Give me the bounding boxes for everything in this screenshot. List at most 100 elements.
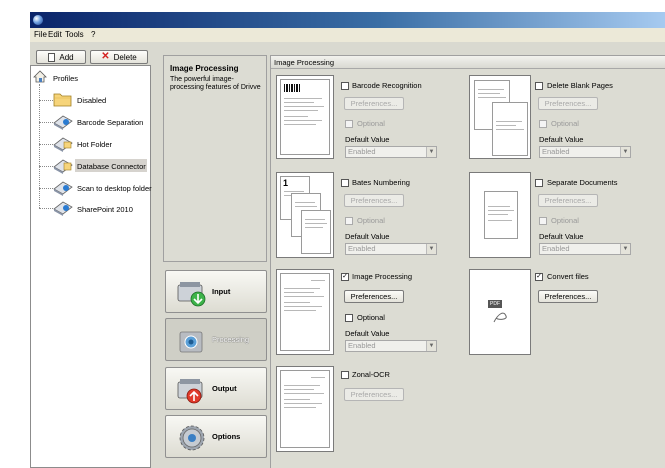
window-titlebar bbox=[30, 12, 665, 28]
content-header: Image Processing bbox=[271, 56, 665, 69]
tree-item-disabled[interactable]: Disabled bbox=[77, 96, 106, 105]
delete-x-icon: ✕ bbox=[101, 51, 110, 62]
category-processing-button[interactable]: Processing bbox=[165, 318, 267, 361]
separate-documents-label: Separate Documents bbox=[547, 178, 618, 187]
barcode-thumbnail bbox=[276, 75, 334, 159]
menu-tools[interactable]: Tools bbox=[65, 30, 84, 39]
image-processing-optional-label: Optional bbox=[357, 313, 385, 322]
zonal-ocr-checkbox[interactable] bbox=[341, 371, 349, 379]
barcode-preferences-button[interactable]: Preferences... bbox=[344, 97, 404, 110]
tree-item-database-connector[interactable]: Database Connector bbox=[77, 162, 146, 171]
scanner-input-icon bbox=[177, 282, 206, 307]
tree-item-sharepoint-2010[interactable]: SharePoint 2010 bbox=[77, 205, 133, 214]
document-page-icon bbox=[280, 273, 330, 351]
info-panel: Image Processing The powerful image-proc… bbox=[163, 55, 267, 262]
barcode-default-value: Enabled bbox=[348, 147, 376, 156]
document-page-icon bbox=[484, 191, 518, 239]
bates-numbering-label: Bates Numbering bbox=[352, 178, 410, 187]
category-options-button[interactable]: Options bbox=[165, 415, 267, 458]
delete-button[interactable]: ✕ Delete bbox=[90, 50, 148, 64]
zonal-ocr-preferences-button[interactable]: Preferences... bbox=[344, 388, 404, 401]
bates-number: 1 bbox=[283, 178, 289, 188]
gear-icon bbox=[179, 425, 205, 451]
separate-preferences-button[interactable]: Preferences... bbox=[538, 194, 598, 207]
menu-edit[interactable]: Edit bbox=[48, 30, 62, 39]
document-page-icon bbox=[301, 210, 331, 254]
tree-branch bbox=[39, 122, 53, 123]
tree-item-scan-to-desktop[interactable]: Scan to desktop folder bbox=[77, 184, 152, 193]
barcode-icon bbox=[284, 84, 300, 92]
blank-pages-default-value: Enabled bbox=[542, 147, 570, 156]
category-input-button[interactable]: Input bbox=[165, 270, 267, 313]
convert-files-preferences-button[interactable]: Preferences... bbox=[538, 290, 598, 303]
tree-connector bbox=[39, 84, 40, 208]
add-button[interactable]: Add bbox=[36, 50, 86, 64]
bates-optional-checkbox[interactable] bbox=[345, 217, 353, 225]
info-description: The powerful image-processing features o… bbox=[170, 76, 261, 91]
image-processing-default-label: Default Value bbox=[345, 329, 390, 338]
bates-thumbnail: 1 bbox=[276, 172, 334, 258]
image-processing-label: Image Processing bbox=[352, 272, 413, 281]
bates-numbering-checkbox[interactable] bbox=[341, 179, 349, 187]
chevron-down-icon: ▼ bbox=[620, 147, 630, 157]
tree-item-barcode-separation[interactable]: Barcode Separation bbox=[77, 118, 143, 127]
barcode-default-select[interactable]: Enabled ▼ bbox=[345, 146, 437, 158]
chevron-down-icon: ▼ bbox=[426, 147, 436, 157]
image-processing-default-value: Enabled bbox=[348, 341, 376, 350]
convert-files-thumbnail: PDF bbox=[469, 269, 531, 355]
zonal-ocr-thumbnail bbox=[276, 366, 334, 452]
separate-default-label: Default Value bbox=[539, 232, 584, 241]
document-page-icon bbox=[280, 79, 330, 155]
category-processing-label: Processing bbox=[212, 335, 250, 344]
blank-pages-default-label: Default Value bbox=[539, 135, 584, 144]
image-processing-preferences-button[interactable]: Preferences... bbox=[344, 290, 404, 303]
barcode-recognition-checkbox[interactable] bbox=[341, 82, 349, 90]
bates-preferences-button[interactable]: Preferences... bbox=[344, 194, 404, 207]
add-label: Add bbox=[59, 52, 74, 62]
image-processing-thumbnail bbox=[276, 269, 334, 355]
convert-files-label: Convert files bbox=[547, 272, 589, 281]
info-title: Image Processing bbox=[170, 64, 239, 73]
menu-help[interactable]: ? bbox=[91, 30, 95, 39]
barcode-optional-checkbox[interactable] bbox=[345, 120, 353, 128]
tree-branch bbox=[39, 208, 53, 209]
separate-optional-checkbox[interactable] bbox=[539, 217, 547, 225]
tree-root-label[interactable]: Profiles bbox=[53, 74, 78, 83]
delete-blank-pages-checkbox[interactable] bbox=[535, 82, 543, 90]
separate-optional-label: Optional bbox=[551, 216, 579, 225]
chevron-down-icon: ▼ bbox=[426, 244, 436, 254]
bates-default-select[interactable]: Enabled ▼ bbox=[345, 243, 437, 255]
image-processing-checkbox[interactable]: ✓ bbox=[341, 273, 349, 281]
document-page-icon bbox=[280, 370, 330, 448]
blank-pages-default-select[interactable]: Enabled ▼ bbox=[539, 146, 631, 158]
image-processing-optional-checkbox[interactable] bbox=[345, 314, 353, 322]
menu-file[interactable]: File bbox=[34, 30, 47, 39]
barcode-recognition-label: Barcode Recognition bbox=[352, 81, 422, 90]
scanner-folder-icon bbox=[53, 137, 73, 152]
blank-pages-optional-checkbox[interactable] bbox=[539, 120, 547, 128]
new-document-icon bbox=[48, 52, 56, 62]
blank-pages-optional-label: Optional bbox=[551, 119, 579, 128]
menu-bar: File Edit Tools ? bbox=[30, 28, 665, 42]
separate-documents-checkbox[interactable] bbox=[535, 179, 543, 187]
separate-docs-thumbnail bbox=[469, 172, 531, 258]
profiles-tree[interactable]: Profiles Disabled Barcode Separation Hot… bbox=[30, 65, 152, 468]
chevron-down-icon: ▼ bbox=[620, 244, 630, 254]
tree-item-hot-folder[interactable]: Hot Folder bbox=[77, 140, 112, 149]
separate-default-select[interactable]: Enabled ▼ bbox=[539, 243, 631, 255]
tree-branch bbox=[39, 166, 53, 167]
category-options-label: Options bbox=[212, 432, 241, 441]
category-output-button[interactable]: Output bbox=[165, 367, 267, 410]
barcode-optional-label: Optional bbox=[357, 119, 385, 128]
convert-files-checkbox[interactable]: ✓ bbox=[535, 273, 543, 281]
blank-pages-thumbnail bbox=[469, 75, 531, 159]
app-icon bbox=[33, 15, 43, 25]
folder-icon bbox=[53, 93, 72, 107]
processing-icon bbox=[179, 331, 203, 353]
tree-branch bbox=[39, 188, 53, 189]
blank-pages-preferences-button[interactable]: Preferences... bbox=[538, 97, 598, 110]
image-processing-default-select[interactable]: Enabled ▼ bbox=[345, 340, 437, 352]
pdf-badge: PDF bbox=[488, 300, 502, 308]
pdf-file-icon: PDF bbox=[486, 298, 516, 326]
bates-default-value: Enabled bbox=[348, 244, 376, 253]
